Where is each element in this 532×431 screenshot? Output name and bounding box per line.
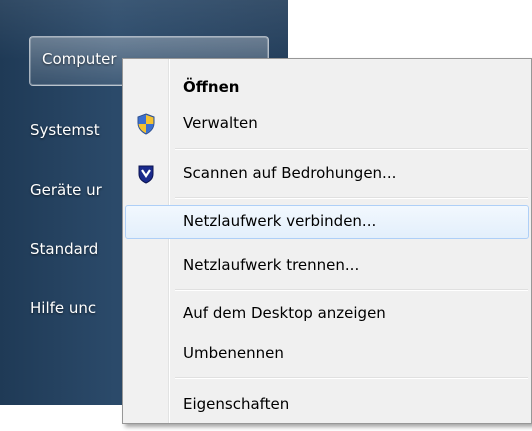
menu-item-label: Netzlaufwerk verbinden...: [183, 212, 377, 230]
start-item-systemsteuerung[interactable]: Systemst: [30, 121, 100, 139]
start-item-label: Geräte ur: [30, 181, 102, 199]
start-item-standardprogramme[interactable]: Standard: [30, 240, 98, 258]
menu-item-label: Scannen auf Bedrohungen...: [183, 164, 397, 182]
menu-item-scannen[interactable]: Scannen auf Bedrohungen...: [125, 157, 529, 191]
menu-item-label: Eigenschaften: [183, 395, 290, 413]
menu-separator: [175, 197, 528, 199]
menu-item-label: Verwalten: [183, 114, 258, 132]
menu-item-label: Auf dem Desktop anzeigen: [183, 304, 386, 322]
start-item-geraete[interactable]: Geräte ur: [30, 181, 102, 199]
menu-item-netzlaufwerk-trennen[interactable]: Netzlaufwerk trennen...: [125, 249, 529, 283]
menu-item-netzlaufwerk-verbinden[interactable]: Netzlaufwerk verbinden...: [125, 205, 529, 239]
menu-item-oeffnen[interactable]: Öffnen: [125, 71, 529, 105]
start-item-hilfe[interactable]: Hilfe unc: [30, 299, 96, 317]
menu-item-verwalten[interactable]: Verwalten: [125, 107, 529, 141]
menu-separator: [175, 289, 528, 291]
uac-shield-icon: [135, 113, 157, 135]
menu-item-label: Öffnen: [183, 78, 240, 96]
menu-separator: [175, 377, 528, 379]
menu-item-label: Umbenennen: [183, 344, 284, 362]
menu-item-eigenschaften[interactable]: Eigenschaften: [125, 388, 529, 422]
antivirus-shield-icon: [135, 163, 157, 185]
menu-item-umbenennen[interactable]: Umbenennen: [125, 337, 529, 371]
start-item-label: Systemst: [30, 121, 100, 139]
menu-item-auf-desktop-anzeigen[interactable]: Auf dem Desktop anzeigen: [125, 297, 529, 331]
context-menu: Öffnen Verwalten Scannen auf Bedrohungen…: [122, 58, 532, 424]
start-item-label: Standard: [30, 240, 99, 258]
start-item-label: Hilfe unc: [30, 299, 97, 317]
start-item-label: Computer: [42, 50, 117, 68]
menu-separator: [175, 148, 528, 150]
menu-item-label: Netzlaufwerk trennen...: [183, 256, 360, 274]
